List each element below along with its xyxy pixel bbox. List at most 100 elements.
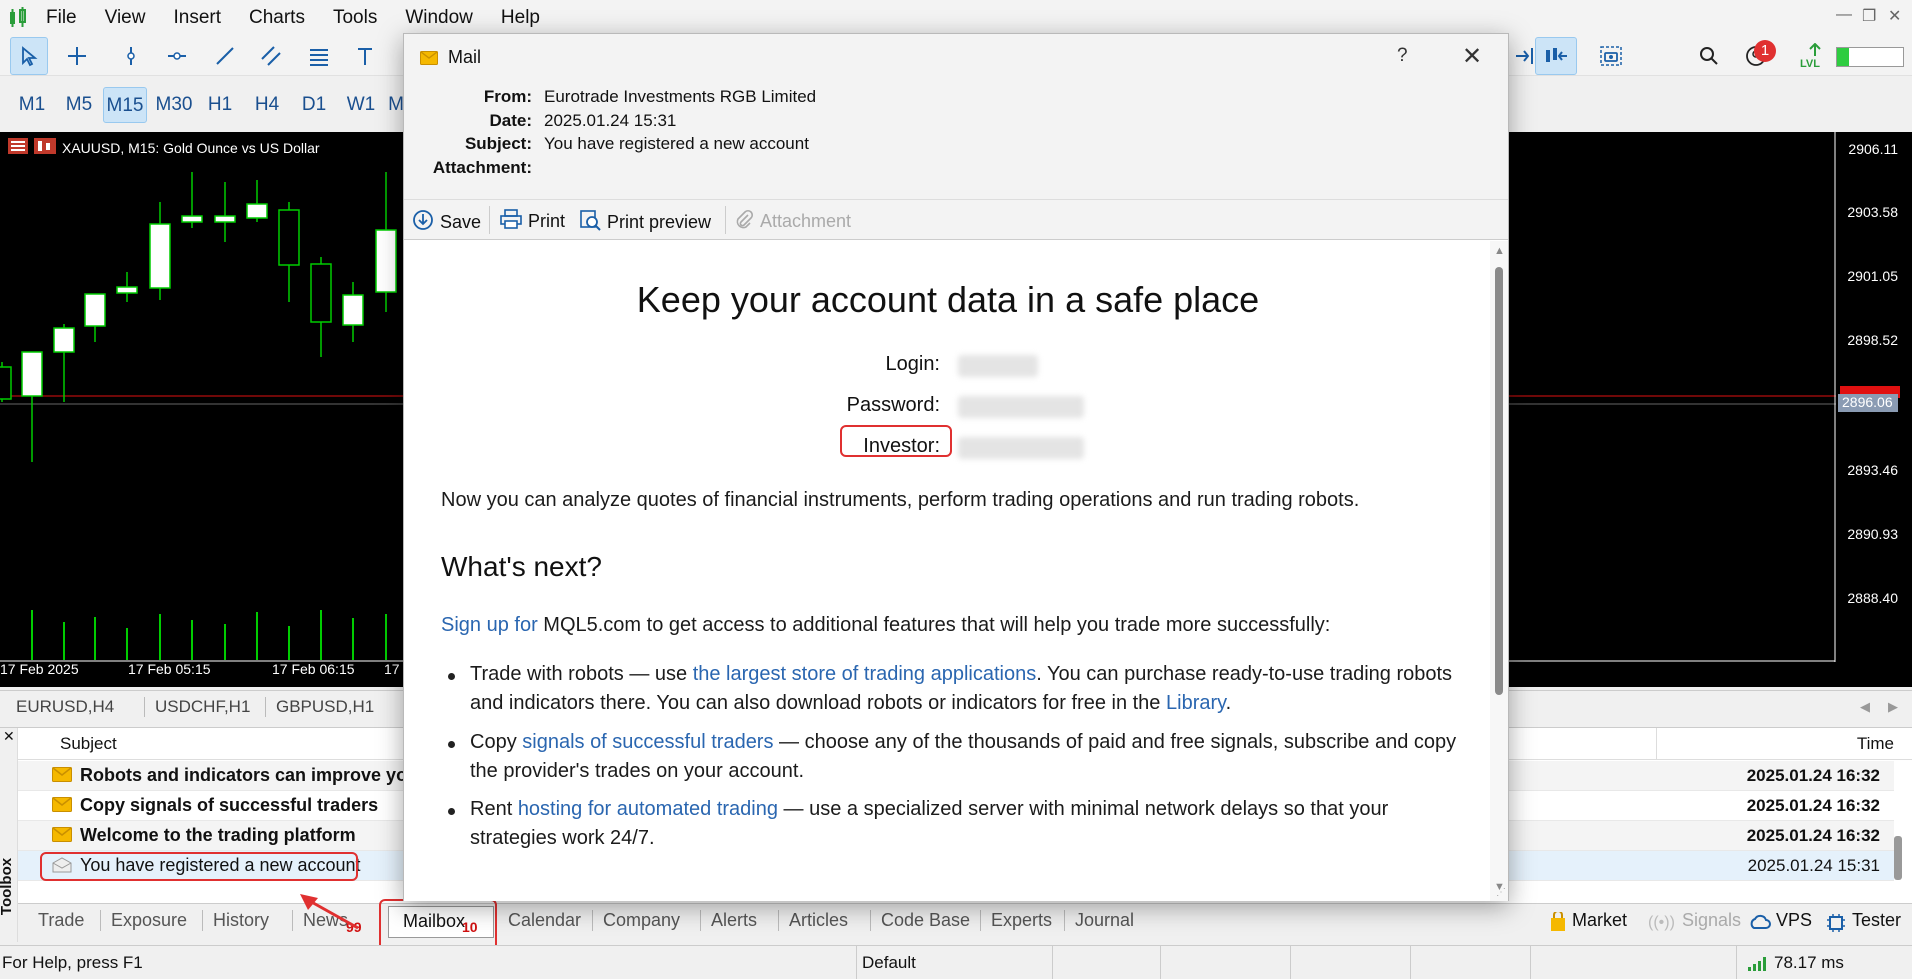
- tf-m15[interactable]: M15: [103, 87, 147, 123]
- tab-trade[interactable]: Trade: [38, 910, 84, 931]
- tab-company[interactable]: Company: [592, 910, 680, 931]
- tab-experts[interactable]: Experts: [980, 910, 1052, 931]
- tester-link[interactable]: Tester: [1852, 910, 1901, 931]
- tab-exposure[interactable]: Exposure: [100, 910, 187, 931]
- restore-icon[interactable]: ❐: [1862, 6, 1876, 26]
- from-label: From:: [483, 87, 532, 106]
- b1-text: . You can purchase ready-to-use trading …: [1036, 663, 1453, 685]
- menu-window[interactable]: Window: [391, 0, 487, 36]
- tab-articles[interactable]: Articles: [778, 910, 848, 931]
- autoscroll-icon[interactable]: [1535, 37, 1577, 75]
- mail-subject: Robots and indicators can improve yo: [80, 765, 408, 785]
- chart-tab-usdchf[interactable]: USDCHF,H1: [144, 697, 250, 717]
- b1-text: and indicators there. You can also downl…: [470, 692, 1166, 714]
- channel-icon[interactable]: [252, 37, 290, 75]
- hosting-link[interactable]: hosting for automated trading: [518, 798, 778, 820]
- save-icon: [412, 209, 434, 236]
- menu-charts[interactable]: Charts: [235, 0, 319, 36]
- scroll-left-icon[interactable]: ◀: [1860, 699, 1870, 715]
- date-label: Date:: [489, 111, 532, 130]
- print-button[interactable]: Print: [500, 209, 565, 234]
- tf-w1[interactable]: W1: [341, 87, 381, 123]
- screenshot-icon[interactable]: [1592, 37, 1630, 75]
- minimize-icon[interactable]: —: [1836, 6, 1852, 24]
- menu-insert[interactable]: Insert: [159, 0, 235, 36]
- paperclip-icon: [734, 209, 754, 234]
- b3-text: Rent: [470, 798, 518, 820]
- subject-value: You have registered a new account: [544, 134, 809, 153]
- library-link[interactable]: Library: [1166, 692, 1226, 714]
- toolbox-sidebar: ✕ Toolbox: [0, 728, 18, 942]
- vps-link[interactable]: VPS: [1776, 910, 1812, 931]
- text-tool-icon[interactable]: [346, 37, 384, 75]
- tab-calendar[interactable]: Calendar: [508, 910, 581, 931]
- date-value: 2025.01.24 15:31: [544, 111, 677, 130]
- tester-icon: [1826, 913, 1846, 938]
- bullet: [448, 808, 455, 815]
- save-button[interactable]: Save: [412, 209, 481, 236]
- tf-m30[interactable]: M30: [152, 87, 196, 123]
- scrollbar-thumb[interactable]: [1495, 267, 1503, 695]
- lvl-label: LVL: [1800, 58, 1820, 70]
- close-icon[interactable]: ✕: [1888, 6, 1901, 26]
- b1-text: Trade with robots — use: [470, 663, 693, 685]
- tf-d1[interactable]: D1: [294, 87, 334, 123]
- password-label: Password:: [846, 394, 940, 416]
- subject-column-header[interactable]: Subject: [60, 734, 117, 754]
- connection-signal-icon: [1748, 956, 1766, 976]
- bullet-1-line-2: and indicators there. You can also downl…: [470, 689, 1231, 718]
- menu-tools[interactable]: Tools: [319, 0, 391, 36]
- b2-text: Copy: [470, 731, 523, 753]
- vertical-line-icon[interactable]: [112, 37, 150, 75]
- tf-h1[interactable]: H1: [200, 87, 240, 123]
- timeframe-bar: M1 M5 M15 M30 H1 H4 D1 W1 M: [0, 83, 420, 127]
- tab-journal[interactable]: Journal: [1064, 910, 1134, 931]
- cursor-tool-icon[interactable]: [10, 37, 48, 75]
- annotation-highlight: [40, 852, 358, 881]
- signup-link[interactable]: Sign up for: [441, 614, 538, 636]
- password-value-redacted: [958, 396, 1084, 418]
- toolbox-close-icon[interactable]: ✕: [3, 728, 15, 745]
- chart-tab-gbpusd[interactable]: GBPUSD,H1: [265, 697, 374, 717]
- mail-body-scrollbar[interactable]: ▲ ▼: [1490, 241, 1508, 901]
- fibonacci-icon[interactable]: [300, 37, 338, 75]
- print-preview-label: Print preview: [607, 212, 712, 232]
- help-button[interactable]: ?: [1397, 45, 1408, 67]
- mail-subject: Copy signals of successful traders: [80, 795, 379, 815]
- mail-dialog-titlebar[interactable]: Mail ? ✕: [404, 34, 1508, 80]
- signals-link-body[interactable]: signals of successful traders: [522, 731, 773, 753]
- horizontal-line-icon[interactable]: [158, 37, 196, 75]
- dialog-close-icon[interactable]: ✕: [1462, 42, 1482, 71]
- mail-header-fields: From: Eurotrade Investments RGB Limited …: [404, 80, 1508, 200]
- b2-text: — choose any of the thousands of paid an…: [773, 731, 1457, 753]
- print-preview-button[interactable]: Print preview: [579, 209, 711, 236]
- chart-tab-eurusd[interactable]: EURUSD,H4: [16, 697, 114, 717]
- menu-file[interactable]: File: [32, 0, 91, 36]
- tab-history[interactable]: History: [202, 910, 269, 931]
- price-label: 2903.58: [1847, 204, 1898, 220]
- tf-m1[interactable]: M1: [12, 87, 52, 123]
- menu-view[interactable]: View: [91, 0, 160, 36]
- signals-link[interactable]: Signals: [1682, 910, 1741, 931]
- mail-scrollbar[interactable]: [1894, 836, 1902, 880]
- menu-help[interactable]: Help: [487, 0, 554, 36]
- scroll-right-icon[interactable]: ▶: [1888, 699, 1898, 715]
- trading-apps-store-link[interactable]: the largest store of trading application…: [693, 663, 1037, 685]
- crosshair-tool-icon[interactable]: [58, 37, 96, 75]
- market-link[interactable]: Market: [1572, 910, 1627, 931]
- search-icon[interactable]: [1690, 37, 1728, 75]
- resize-grip-icon[interactable]: ⋰: [1496, 887, 1506, 898]
- trendline-icon[interactable]: [206, 37, 244, 75]
- status-profile: Default: [862, 953, 916, 972]
- scroll-up-icon[interactable]: ▲: [1494, 245, 1505, 257]
- tab-code-base[interactable]: Code Base: [870, 910, 970, 931]
- envelope-closed-icon: [52, 767, 72, 787]
- tab-alerts[interactable]: Alerts: [700, 910, 757, 931]
- tf-m5[interactable]: M5: [59, 87, 99, 123]
- tf-h4[interactable]: H4: [247, 87, 287, 123]
- time-column-header[interactable]: Time: [1857, 734, 1894, 754]
- annotation-arrow: [300, 894, 359, 930]
- price-label: 2890.93: [1847, 526, 1898, 542]
- attachment-button[interactable]: Attachment: [734, 209, 851, 234]
- signals-icon: ((•)): [1648, 914, 1675, 931]
